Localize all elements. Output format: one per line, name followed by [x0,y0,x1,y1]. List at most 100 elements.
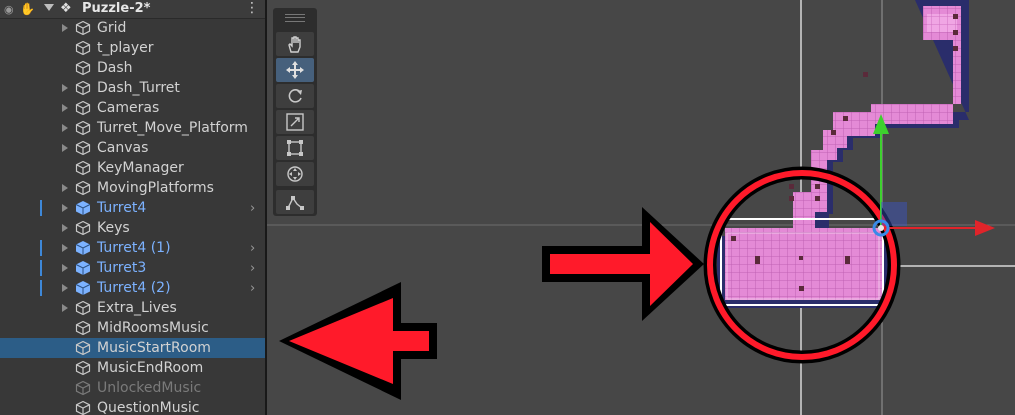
gameobject-cube-icon [75,80,91,96]
level-tilemap[interactable] [717,0,969,308]
hierarchy-item[interactable]: QuestionMusic [0,398,265,415]
scene-tool-palette [273,8,317,216]
hierarchy-item[interactable]: UnlockedMusic [0,378,265,398]
pickability-hand-icon[interactable]: ✋ [20,2,35,16]
move-gizmo[interactable] [872,114,995,237]
hierarchy-item[interactable]: Dash [0,58,265,78]
hierarchy-item-label: Turret4 (1) [97,240,171,256]
annotation-arrow-left-shaft [393,331,429,351]
tilemap-inner-wall [927,14,957,32]
expand-arrow-icon[interactable] [62,24,68,32]
hierarchy-item[interactable]: MovingPlatforms [0,178,265,198]
expand-arrow-icon[interactable] [62,184,68,192]
gameobject-cube-icon [75,320,91,336]
scene-name: Puzzle-2* [82,1,151,16]
transform-icon [287,166,303,182]
hierarchy-item-label: Cameras [97,100,160,116]
scene-view[interactable] [267,0,1015,415]
hierarchy-panel: ◉ ✋ ❖ Puzzle-2* ⋮ Grid t_player Dash Dash_T… [0,0,265,415]
scale-tool-button[interactable] [276,110,314,134]
gameobject-cube-icon [75,60,91,76]
unity-scene-icon: ❖ [60,1,72,16]
hierarchy-item[interactable]: Extra_Lives [0,298,265,318]
gizmo-x-arrowhead[interactable] [975,220,995,236]
hierarchy-item-label: Turret3 [97,260,147,276]
rect-tool-button[interactable] [276,136,314,160]
hierarchy-item-label: Turret4 (2) [97,280,171,296]
hierarchy-item-label: Dash [97,60,133,76]
gameobject-cube-icon [75,40,91,56]
hierarchy-item-label: Extra_Lives [97,300,177,316]
hierarchy-item[interactable]: MusicEndRoom [0,358,265,378]
hierarchy-item[interactable]: Dash_Turret [0,78,265,98]
hierarchy-item[interactable]: Turret4 › [0,198,265,218]
hierarchy-item[interactable]: t_player [0,38,265,58]
hierarchy-item-label: MovingPlatforms [97,180,214,196]
expand-arrow-icon[interactable] [62,144,68,152]
prefab-override-marker [40,280,42,296]
hierarchy-item[interactable]: KeyManager [0,158,265,178]
hierarchy-item[interactable]: Cameras [0,98,265,118]
hierarchy-item[interactable]: MidRoomsMusic [0,318,265,338]
hand-tool-button[interactable] [276,32,314,56]
hierarchy-item-label: Keys [97,220,130,236]
rotate-tool-button[interactable] [276,84,314,108]
expand-arrow-icon[interactable] [62,264,68,272]
hierarchy-item-label: QuestionMusic [97,400,200,415]
hierarchy-item[interactable]: MusicStartRoom [0,338,265,358]
gameobject-cube-icon [75,140,91,156]
expand-arrow-icon[interactable] [62,104,68,112]
hierarchy-item[interactable]: Turret_Move_Platform [0,118,265,138]
gameobject-cube-icon [75,360,91,376]
visibility-eye-icon[interactable]: ◉ [4,3,14,16]
open-prefab-chevron-icon[interactable]: › [250,281,255,296]
prefab-cube-icon [75,261,91,275]
prefab-override-marker [40,240,42,256]
hierarchy-item[interactable]: Turret4 (1) › [0,238,265,258]
move-tool-button[interactable] [276,58,314,82]
rect-transform-icon [287,140,303,156]
open-prefab-chevron-icon[interactable]: › [250,201,255,216]
prefab-override-marker [40,200,42,216]
scene-menu-kebab-icon[interactable]: ⋮ [245,0,259,16]
hand-icon [288,36,301,53]
expand-arrow-icon[interactable] [62,244,68,252]
move-arrows-icon [286,61,304,79]
expand-arrow-icon[interactable] [62,84,68,92]
gameobject-cube-icon [75,180,91,196]
scene-foldout-arrow-icon[interactable] [44,4,54,11]
hierarchy-item[interactable]: Keys [0,218,265,238]
hierarchy-item[interactable]: Turret4 (2) › [0,278,265,298]
expand-arrow-icon[interactable] [62,304,68,312]
hierarchy-scene-header[interactable]: ◉ ✋ ❖ Puzzle-2* ⋮ [0,0,265,19]
gameobject-cube-icon [75,340,91,356]
gameobject-cube-icon [75,100,91,116]
hierarchy-item[interactable]: Grid [0,18,265,38]
expand-arrow-icon[interactable] [62,204,68,212]
prefab-cube-icon [75,241,91,255]
hierarchy-item[interactable]: Canvas [0,138,265,158]
hierarchy-item-label: MidRoomsMusic [97,320,209,336]
expand-arrow-icon[interactable] [62,224,68,232]
hierarchy-item-label: MusicEndRoom [97,360,204,376]
hierarchy-item-label: Grid [97,20,127,36]
hierarchy-item-label: Turret_Move_Platform [97,120,248,136]
prefab-override-marker [40,260,42,276]
gameobject-cube-icon [75,120,91,136]
scale-icon [286,113,304,131]
hierarchy-item-label: t_player [97,40,154,56]
hierarchy-item-label: KeyManager [97,160,184,176]
gameobject-cube-icon [75,300,91,316]
transform-tool-button[interactable] [276,162,314,186]
custom-editor-tool-button[interactable] [276,190,314,214]
open-prefab-chevron-icon[interactable]: › [250,261,255,276]
expand-arrow-icon[interactable] [62,284,68,292]
expand-arrow-icon[interactable] [62,124,68,132]
prefab-cube-icon [75,201,91,215]
scene-canvas[interactable] [267,0,1015,415]
hierarchy-item-label: Canvas [97,140,149,156]
palette-drag-grip[interactable] [285,14,305,22]
gameobject-cube-icon [75,160,91,176]
open-prefab-chevron-icon[interactable]: › [250,241,255,256]
hierarchy-item[interactable]: Turret3 › [0,258,265,278]
